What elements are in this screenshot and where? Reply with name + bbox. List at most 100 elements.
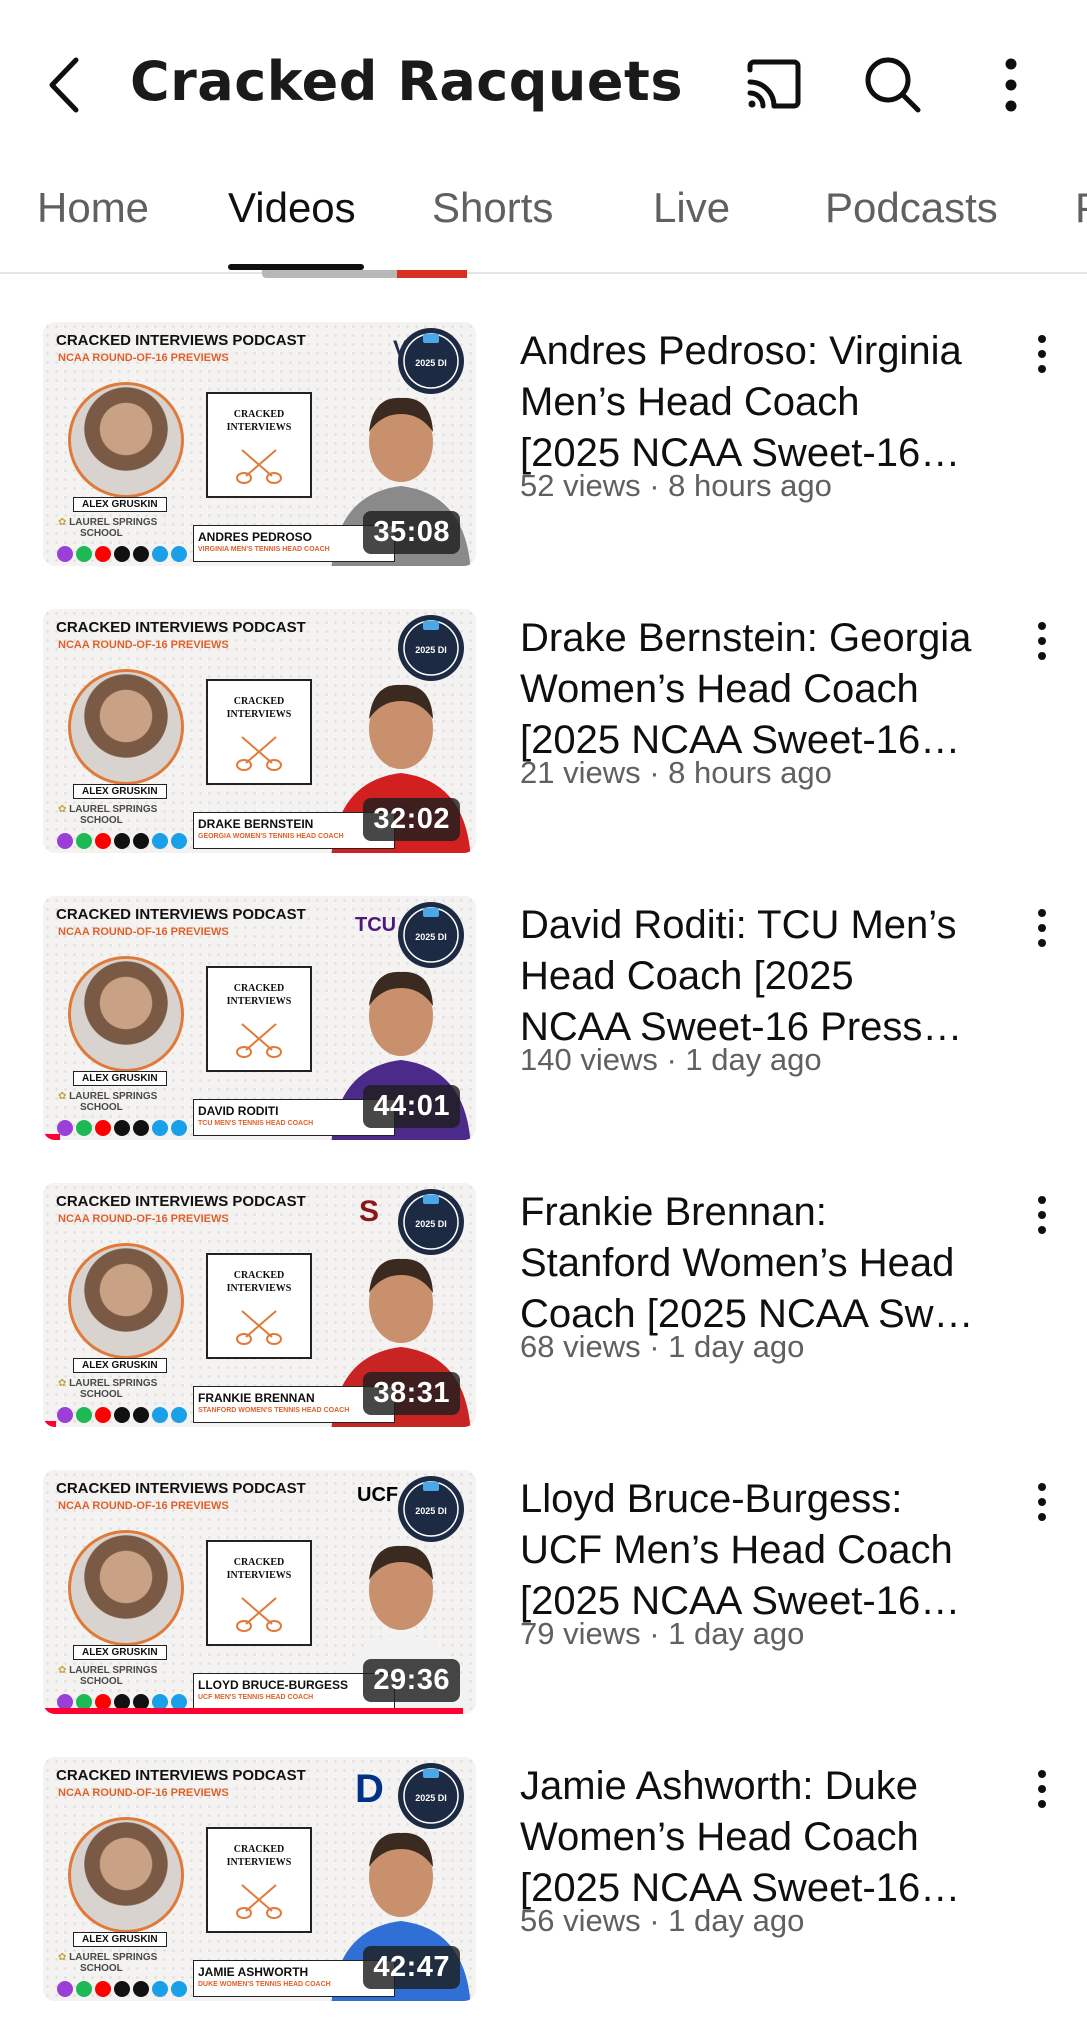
school-logo: S [359, 1195, 380, 1228]
cracked-interviews-logo: CRACKED INTERVIEWS [206, 1540, 312, 1646]
search-icon[interactable] [860, 52, 926, 118]
tab-partial[interactable]: P [1075, 184, 1087, 232]
social-icon [95, 1407, 111, 1423]
video-item[interactable]: CRACKED INTERVIEWS PODCAST NCAA ROUND-OF… [0, 896, 1087, 1183]
video-thumbnail[interactable]: CRACKED INTERVIEWS PODCAST NCAA ROUND-OF… [43, 1470, 476, 1714]
thumbnail-podcast-subtitle: NCAA ROUND-OF-16 PREVIEWS [58, 352, 229, 364]
championship-logo: 2025 DI [398, 1476, 464, 1542]
video-metadata: 79 views · 1 day ago [520, 1616, 805, 1651]
video-title[interactable]: Jamie Ashworth: Duke Women’s Head Coach … [520, 1761, 1010, 1914]
video-duration-badge: 42:47 [363, 1946, 460, 1989]
video-title[interactable]: Andres Pedroso: Virginia Men’s Head Coac… [520, 326, 1010, 479]
host-name-label: ALEX GRUSKIN [73, 784, 167, 799]
tab-podcasts[interactable]: Podcasts [825, 184, 998, 232]
host-photo [68, 669, 184, 785]
host-name-label: ALEX GRUSKIN [73, 1071, 167, 1086]
crossed-rackets-icon [236, 1884, 282, 1919]
social-icon [57, 1407, 73, 1423]
tab-videos[interactable]: Videos [228, 184, 356, 232]
host-photo [68, 956, 184, 1072]
host-photo [68, 382, 184, 498]
video-item[interactable]: CRACKED INTERVIEWS PODCAST NCAA ROUND-OF… [0, 1757, 1087, 2044]
social-icon [152, 1120, 168, 1136]
social-icon [76, 546, 92, 562]
video-thumbnail[interactable]: CRACKED INTERVIEWS PODCAST NCAA ROUND-OF… [43, 1757, 476, 2001]
host-name-label: ALEX GRUSKIN [73, 1645, 167, 1660]
video-options-icon[interactable] [1030, 332, 1054, 376]
watch-progress-bar [43, 1134, 61, 1140]
social-icon [133, 1120, 149, 1136]
cast-icon[interactable] [740, 52, 806, 118]
video-duration-badge: 32:02 [363, 798, 460, 841]
video-duration-badge: 29:36 [363, 1659, 460, 1702]
video-options-icon[interactable] [1030, 1480, 1054, 1524]
sponsor-logo: ✿ LAUREL SPRINGS SCHOOL [58, 804, 158, 826]
video-thumbnail[interactable]: CRACKED INTERVIEWS PODCAST NCAA ROUND-OF… [43, 1183, 476, 1427]
crossed-rackets-icon [236, 449, 282, 484]
social-icon [114, 1407, 130, 1423]
podcast-platform-icons [57, 833, 187, 851]
crossed-rackets-icon [236, 1310, 282, 1345]
cracked-interviews-logo: CRACKED INTERVIEWS [206, 392, 312, 498]
video-options-icon[interactable] [1030, 906, 1054, 950]
video-item[interactable]: CRACKED INTERVIEWS PODCAST NCAA ROUND-OF… [0, 322, 1087, 609]
watch-progress-bar [43, 1708, 463, 1714]
social-icon [171, 833, 187, 849]
video-item[interactable]: CRACKED INTERVIEWS PODCAST NCAA ROUND-OF… [0, 609, 1087, 896]
back-arrow-icon[interactable] [40, 52, 90, 118]
social-icon [114, 546, 130, 562]
svg-text:2025 DI: 2025 DI [415, 1793, 447, 1803]
video-options-icon[interactable] [1030, 1193, 1054, 1237]
social-icon [171, 1120, 187, 1136]
cracked-interviews-logo: CRACKED INTERVIEWS [206, 1827, 312, 1933]
video-title[interactable]: Lloyd Bruce-Burgess: UCF Men’s Head Coac… [520, 1474, 1010, 1627]
video-item[interactable]: CRACKED INTERVIEWS PODCAST NCAA ROUND-OF… [0, 1470, 1087, 1757]
svg-text:2025 DI: 2025 DI [415, 932, 447, 942]
more-vertical-icon[interactable] [978, 52, 1044, 118]
video-thumbnail[interactable]: CRACKED INTERVIEWS PODCAST NCAA ROUND-OF… [43, 609, 476, 853]
social-icon [171, 1407, 187, 1423]
tab-live[interactable]: Live [653, 184, 730, 232]
svg-text:2025 DI: 2025 DI [415, 358, 447, 368]
video-options-icon[interactable] [1030, 619, 1054, 663]
thumbnail-podcast-title: CRACKED INTERVIEWS PODCAST [56, 1480, 306, 1497]
thumbnail-podcast-subtitle: NCAA ROUND-OF-16 PREVIEWS [58, 639, 229, 651]
video-metadata: 140 views · 1 day ago [520, 1042, 822, 1077]
social-icon [76, 833, 92, 849]
video-title[interactable]: Frankie Brennan: Stanford Women’s Head C… [520, 1187, 1010, 1340]
championship-logo: 2025 DI [398, 615, 464, 681]
video-title[interactable]: Drake Bernstein: Georgia Women’s Head Co… [520, 613, 1010, 766]
school-logo: D [355, 1767, 384, 1811]
sponsor-logo: ✿ LAUREL SPRINGS SCHOOL [58, 1952, 158, 1974]
video-metadata: 56 views · 1 day ago [520, 1903, 805, 1938]
thumbnail-podcast-subtitle: NCAA ROUND-OF-16 PREVIEWS [58, 1500, 229, 1512]
svg-text:2025 DI: 2025 DI [415, 1506, 447, 1516]
thumbnail-podcast-title: CRACKED INTERVIEWS PODCAST [56, 906, 306, 923]
social-icon [76, 1981, 92, 1997]
video-thumbnail[interactable]: CRACKED INTERVIEWS PODCAST NCAA ROUND-OF… [43, 896, 476, 1140]
thumbnail-podcast-subtitle: NCAA ROUND-OF-16 PREVIEWS [58, 1787, 229, 1799]
video-metadata: 21 views · 8 hours ago [520, 755, 832, 790]
video-options-icon[interactable] [1030, 1767, 1054, 1811]
video-thumbnail[interactable]: CRACKED INTERVIEWS PODCAST NCAA ROUND-OF… [43, 322, 476, 566]
video-item[interactable]: CRACKED INTERVIEWS PODCAST NCAA ROUND-OF… [0, 1183, 1087, 1470]
tab-shorts[interactable]: Shorts [432, 184, 553, 232]
social-icon [171, 1981, 187, 1997]
previous-video-thumbnail-edge [262, 270, 467, 278]
social-icon [114, 1120, 130, 1136]
video-title[interactable]: David Roditi: TCU Men’s Head Coach [2025… [520, 900, 1010, 1053]
video-duration-badge: 38:31 [363, 1372, 460, 1415]
crossed-rackets-icon [236, 1023, 282, 1058]
tab-home[interactable]: Home [37, 184, 149, 232]
podcast-platform-icons [57, 1120, 187, 1138]
social-icon [95, 1120, 111, 1136]
social-icon [114, 833, 130, 849]
cracked-interviews-logo: CRACKED INTERVIEWS [206, 966, 312, 1072]
crossed-rackets-icon [236, 736, 282, 771]
social-icon [152, 1981, 168, 1997]
championship-logo: 2025 DI [398, 1763, 464, 1829]
host-name-label: ALEX GRUSKIN [73, 1358, 167, 1373]
social-icon [76, 1120, 92, 1136]
channel-tabs: Home Videos Shorts Live Podcasts P [0, 170, 1087, 274]
podcast-platform-icons [57, 1981, 187, 1999]
